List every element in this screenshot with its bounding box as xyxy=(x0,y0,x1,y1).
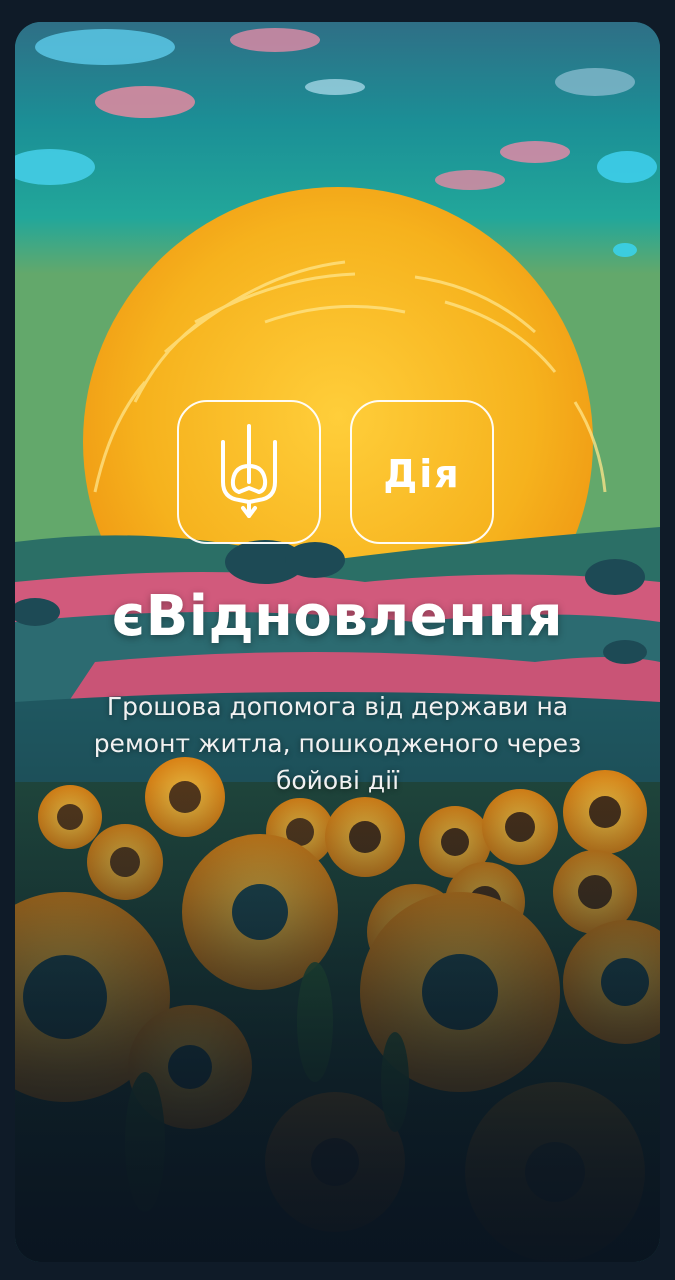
tryzub-logo xyxy=(177,400,321,544)
promo-banner: Дія єВідновлення Грошова допомога від де… xyxy=(15,22,660,1262)
diia-logo: Дія xyxy=(350,400,494,544)
page-title: єВідновлення xyxy=(111,584,564,649)
screen-frame: Дія єВідновлення Грошова допомога від де… xyxy=(0,0,675,1280)
page-subtitle: Грошова допомога від держави на ремонт ж… xyxy=(93,692,582,795)
tryzub-icon xyxy=(217,420,281,524)
diia-logo-text: Дія xyxy=(383,452,461,496)
